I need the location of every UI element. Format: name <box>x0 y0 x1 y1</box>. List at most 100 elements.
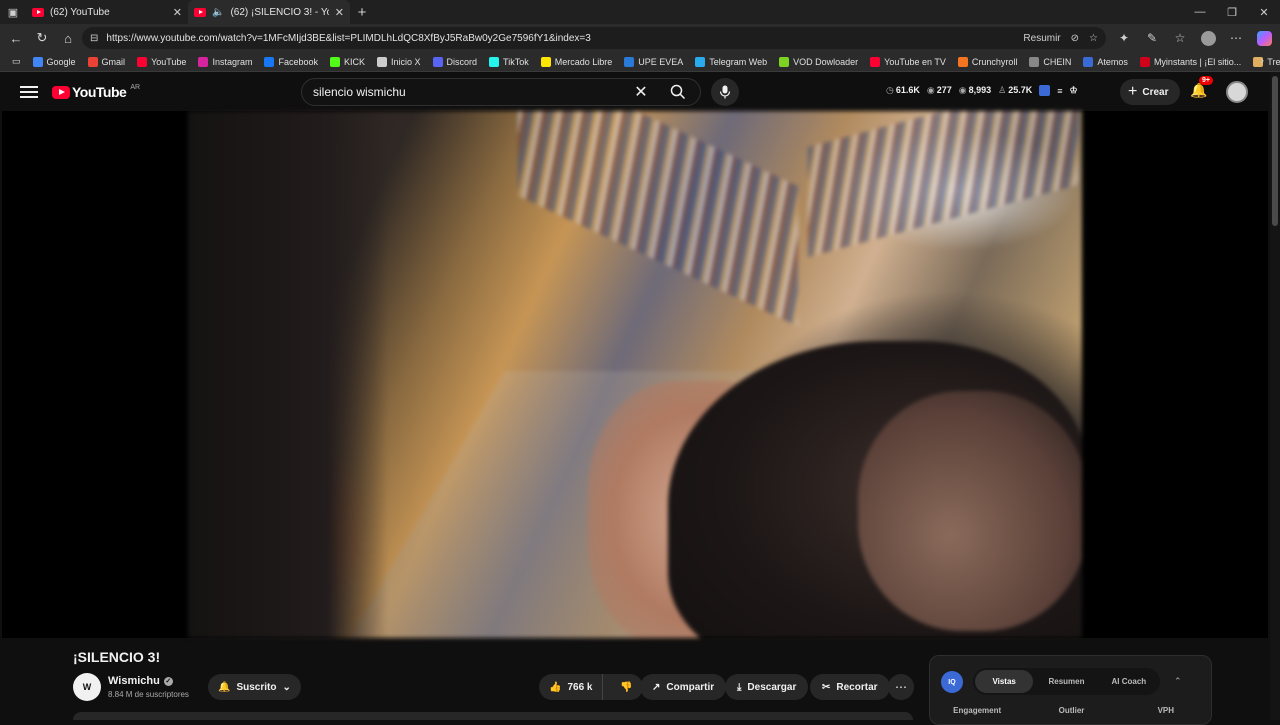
tab-resumen[interactable]: Resumen <box>1037 670 1095 693</box>
reload-button[interactable]: ↻ <box>30 26 54 50</box>
back-button[interactable]: ← <box>4 26 28 50</box>
bookmark-label: Instagram <box>212 56 253 67</box>
bookmark-favicon-icon <box>264 56 275 67</box>
bookmark-item[interactable]: Crunchyroll <box>952 56 1024 67</box>
search-input[interactable]: silencio wismichu <box>313 85 626 99</box>
bookmark-item[interactable]: Gmail <box>82 56 132 67</box>
bookmark-item[interactable]: VOD Dowloader <box>773 56 864 67</box>
tab-title: (62) YouTube <box>50 6 110 18</box>
comments-stat: ◉ 277 <box>926 85 952 95</box>
channel-avatar[interactable]: W <box>73 673 101 701</box>
bookmark-label: Inicio X <box>391 56 421 67</box>
clip-button[interactable]: ✂ Recortar <box>810 674 890 700</box>
close-tab-icon[interactable]: ✕ <box>173 6 182 19</box>
trophy-icon[interactable]: ♔ <box>1070 85 1078 96</box>
youtube-favicon-icon <box>194 7 206 17</box>
extension-stats: ◷ 61.6K ◉ 277 ◉ 8,993 ♙ 25.7K ≡ ♔ <box>886 85 1078 96</box>
youtube-logo[interactable]: YouTube AR <box>52 84 140 100</box>
description-box[interactable] <box>73 712 913 720</box>
scissors-icon: ✂ <box>822 681 831 693</box>
more-actions-button[interactable]: ⋯ <box>888 674 914 700</box>
dislike-button[interactable]: 👎 <box>609 674 643 700</box>
profile-icon[interactable] <box>1196 26 1220 50</box>
bookmark-favicon-icon <box>624 56 635 67</box>
share-button[interactable]: ↗ Compartir <box>640 674 727 700</box>
site-info-icon[interactable]: ⊟ <box>90 33 98 44</box>
user-avatar[interactable] <box>1226 81 1248 103</box>
bookmark-label: Mercado Libre <box>554 56 613 67</box>
favorite-star-icon[interactable]: ☆ <box>1089 33 1098 44</box>
new-tab-button[interactable]: + <box>350 0 374 24</box>
bookmark-favicon-icon <box>198 56 209 67</box>
bookmark-item[interactable]: Mercado Libre <box>535 56 619 67</box>
download-button[interactable]: ⤓ Descargar <box>725 674 809 700</box>
bookmark-item[interactable]: KICK <box>324 56 371 67</box>
subscribed-button[interactable]: 🔔 Suscrito ⌄ <box>208 674 301 700</box>
tab-vistas[interactable]: Vistas <box>975 670 1034 693</box>
youtube-masthead: YouTube AR silencio wismichu ✕ ◷ 61.6K ◉ 2… <box>0 72 1280 112</box>
brush-icon[interactable]: ✎ <box>1140 26 1164 50</box>
menu-icon[interactable] <box>20 86 38 98</box>
bookmark-item[interactable]: UPE EVEA <box>618 56 689 67</box>
bookmark-favicon-icon <box>489 56 500 67</box>
voice-search-button[interactable] <box>711 78 739 106</box>
bookmark-item[interactable]: Atemos <box>1077 56 1134 67</box>
like-button[interactable]: 👍 766 k <box>539 674 604 700</box>
clock-icon: ◷ <box>886 85 894 95</box>
close-window-icon[interactable]: ✕ <box>1248 0 1280 24</box>
search-button[interactable] <box>656 79 700 105</box>
bookmark-item[interactable]: Telegram Web <box>689 56 773 67</box>
video-content-dark <box>188 111 388 638</box>
bookmark-item[interactable]: CHEIN <box>1023 56 1077 67</box>
summarize-label[interactable]: Resumir <box>1023 33 1060 44</box>
home-button[interactable]: ⌂ <box>56 26 80 50</box>
favorites-icon[interactable]: ☆ <box>1168 26 1192 50</box>
bookmark-label: Crunchyroll <box>971 56 1018 67</box>
watching-stat: ◉ 8,993 <box>958 85 992 95</box>
close-tab-icon[interactable]: ✕ <box>335 6 344 19</box>
search-box[interactable]: silencio wismichu ✕ <box>301 78 701 106</box>
video-content-shelf <box>518 111 798 327</box>
vidiq-logo[interactable]: IQ <box>941 671 963 693</box>
create-button[interactable]: + Crear <box>1120 79 1181 105</box>
tab-title: (62) ¡SILENCIO 3! - YouTube <box>230 6 328 18</box>
list-icon[interactable]: ≡ <box>1057 86 1062 96</box>
eye-icon: ◉ <box>926 85 935 95</box>
bookmarks-icon[interactable]: ▭ <box>6 56 27 67</box>
subscriber-count: 8.84 M de suscriptores <box>108 690 189 699</box>
bookmark-label: Discord <box>446 56 478 67</box>
tab-ai-coach[interactable]: AI Coach <box>1100 670 1158 693</box>
minimize-icon[interactable]: — <box>1184 0 1216 24</box>
menu-dots-icon[interactable]: ⋯ <box>1224 26 1248 50</box>
bookmark-favicon-icon <box>1083 56 1094 67</box>
bookmark-item[interactable]: Discord <box>427 56 484 67</box>
bookmark-item[interactable]: Google <box>27 56 82 67</box>
restore-icon[interactable]: ❐ <box>1216 0 1248 24</box>
speaker-icon[interactable]: 🔈 <box>212 7 224 18</box>
bookmark-favicon-icon <box>695 56 706 67</box>
video-player[interactable] <box>2 111 1268 638</box>
bookmark-item[interactable]: TikTok <box>483 56 535 67</box>
translate-icon[interactable]: ⊘ <box>1071 33 1079 44</box>
more-dots-icon: ⋯ <box>895 680 907 694</box>
extensions-icon[interactable]: ✦ <box>1112 26 1136 50</box>
clear-search-icon[interactable]: ✕ <box>626 82 656 102</box>
tab-actions-icon[interactable]: ▣ <box>0 0 26 24</box>
bookmark-item[interactable]: YouTube <box>131 56 192 67</box>
scrollbar-thumb[interactable] <box>1272 76 1278 226</box>
url-field[interactable]: ⊟ https://www.youtube.com/watch?v=1MFcMI… <box>82 27 1106 49</box>
bookmark-item[interactable]: Instagram <box>192 56 258 67</box>
channel-name[interactable]: Wismichu ✓ <box>108 675 173 687</box>
bookmark-item[interactable]: Myinstants | ¡El sitio... <box>1134 56 1247 67</box>
bookmarks-overflow-icon[interactable]: › <box>1260 55 1264 67</box>
video-frame[interactable] <box>188 111 1082 638</box>
copilot-icon[interactable] <box>1252 26 1276 50</box>
bookmark-item[interactable]: Inicio X <box>371 56 427 67</box>
vidiq-icon[interactable] <box>1039 85 1051 96</box>
browser-tab-video[interactable]: 🔈 (62) ¡SILENCIO 3! - YouTube ✕ <box>188 0 350 24</box>
browser-tab-youtube[interactable]: (62) YouTube ✕ <box>26 0 188 24</box>
video-title: ¡SILENCIO 3! <box>73 649 161 665</box>
chevron-up-icon[interactable]: ⌃ <box>1174 676 1182 687</box>
bookmark-item[interactable]: Facebook <box>258 56 324 67</box>
bookmark-item[interactable]: YouTube en TV <box>864 56 952 67</box>
